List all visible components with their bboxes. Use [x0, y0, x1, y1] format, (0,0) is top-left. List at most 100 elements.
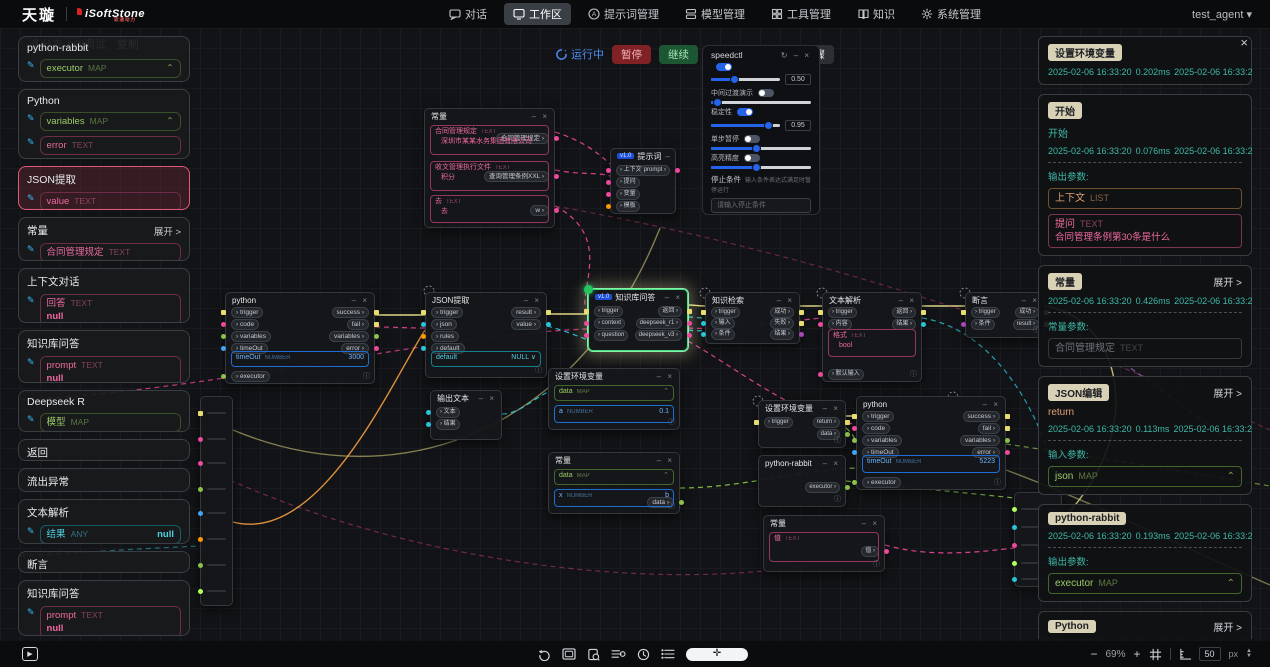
palette-card-2[interactable]: Python✎variablesMAP⌃✎errorTEXT	[18, 89, 190, 159]
node-const-c[interactable]: 常量– ×值 ›值TEXT ⓘ	[763, 515, 885, 572]
node-controls[interactable]: – ×	[895, 296, 916, 305]
port-dot[interactable]	[198, 487, 203, 492]
port-dot[interactable]	[198, 537, 203, 542]
slider[interactable]	[711, 78, 780, 81]
node-title-bar[interactable]: 知识检索– ×	[706, 293, 799, 306]
node-collapsed-left[interactable]	[200, 396, 233, 606]
node-controls[interactable]: – ×	[348, 296, 369, 305]
port-variables[interactable]: variables ›	[960, 435, 1000, 446]
node-field-合同管理规定[interactable]: 合同管理规定TEXT深圳市某某水务集团有限公司	[430, 125, 549, 155]
node-title-bar[interactable]: python– ×	[226, 293, 374, 306]
slider[interactable]	[711, 147, 811, 150]
node-prompt-mini[interactable]: v1.0提示词– ×› 上下文› 提问› 变量› 模板prompt ›	[610, 148, 676, 214]
node-field-a[interactable]: aNUMBER0.1	[554, 405, 674, 423]
port-deepseek_v3[interactable]: deepseek_v3 ›	[635, 330, 682, 341]
grid-size-stepper[interactable]: ▲▼	[1246, 649, 1252, 659]
palette-card-7[interactable]: Deepseek R✎模型MAP	[18, 390, 190, 432]
port-json[interactable]: › json	[431, 319, 457, 330]
edit-pencil-icon[interactable]: ✎	[27, 112, 35, 124]
port-返回[interactable]: 返回 ›	[658, 306, 682, 317]
port-success[interactable]: success ›	[963, 411, 1000, 422]
nav-item-3[interactable]: A提示词管理	[579, 3, 668, 25]
step-list-icon[interactable]	[661, 648, 675, 660]
toggle-switch[interactable]	[716, 63, 732, 71]
port-executor[interactable]: executor ›	[805, 482, 840, 493]
user-menu[interactable]: test_agent ▾	[1192, 8, 1252, 21]
port-默认输入[interactable]: › 默认输入	[828, 369, 864, 380]
port-成功[interactable]: 成功 ›	[1015, 307, 1039, 318]
palette-field[interactable]: variablesMAP⌃	[40, 112, 181, 131]
palette-field[interactable]: errorTEXT	[40, 136, 181, 155]
zoom-in-button[interactable]: +	[1134, 647, 1141, 661]
fit-view-icon[interactable]	[562, 648, 576, 660]
node-controls[interactable]: – ×	[773, 296, 794, 305]
port-variables[interactable]: › variables	[862, 435, 902, 446]
node-field-data[interactable]: dataMAP⌃	[554, 469, 674, 485]
nav-item-1[interactable]: 对话	[440, 3, 496, 25]
node-title-bar[interactable]: 断言– ×	[966, 293, 1044, 306]
edit-pencil-icon[interactable]: ✎	[27, 413, 35, 425]
port-variables[interactable]: › variables	[231, 331, 271, 342]
node-controls[interactable]: – ×	[661, 152, 675, 161]
port-dot[interactable]	[198, 411, 203, 416]
node-text-out[interactable]: 输出文本– ×› 文本› 结果	[430, 390, 502, 440]
node-field-收文管理执行文件[interactable]: 收文管理执行文件TEXT积分	[430, 161, 549, 191]
port-trigger[interactable]: › trigger	[431, 307, 463, 318]
resume-button[interactable]: 继续	[659, 45, 698, 64]
edit-pencil-icon[interactable]: ✎	[27, 525, 35, 537]
node-controls[interactable]: – ×	[819, 404, 840, 413]
node-title-bar[interactable]: 常量– ×	[425, 109, 554, 122]
edit-pencil-icon[interactable]: ✎	[27, 606, 35, 618]
expand-link[interactable]: 展开 >	[154, 224, 181, 238]
port-结果[interactable]: › 结果	[436, 419, 460, 430]
history-icon[interactable]	[637, 648, 650, 661]
node-field-timeOut[interactable]: timeOutNUMBER3000	[231, 351, 369, 367]
port-trigger[interactable]: › trigger	[764, 417, 793, 428]
palette-field[interactable]: executorMAP⌃	[40, 59, 181, 78]
slider[interactable]	[711, 166, 811, 169]
palette-card-11[interactable]: 断言	[18, 551, 190, 573]
port-输入[interactable]: › 输入	[711, 318, 735, 329]
palette-field[interactable]: 结果ANYnull	[40, 525, 181, 544]
node-field-去[interactable]: 去TEXT去	[430, 195, 549, 223]
param-field-提问[interactable]: 提问TEXT合同管理条例第30条是什么	[1048, 214, 1242, 248]
port-code[interactable]: › code	[862, 423, 890, 434]
node-title-bar[interactable]: v1.0知识库问答– ×	[589, 290, 687, 303]
node-field-timeOut[interactable]: timeOutNUMBER5223	[862, 455, 1000, 473]
node-controls[interactable]: – ×	[858, 519, 879, 528]
node-title-bar[interactable]: 文本解析– ×	[823, 293, 921, 306]
port-结果[interactable]: 结果 ›	[770, 329, 794, 340]
node-title-bar[interactable]: python-rabbit– ×	[759, 456, 845, 469]
node-json-extract[interactable]: JSON提取– ×› trigger› json› rules› default…	[425, 292, 547, 378]
palette-card-1[interactable]: python-rabbit✎executorMAP⌃	[18, 36, 190, 82]
node-title-bar[interactable]: 常量– ×	[764, 516, 884, 529]
edit-pencil-icon[interactable]: ✎	[27, 294, 35, 306]
node-controls[interactable]: – ×	[979, 400, 1000, 409]
speed-panel-controls[interactable]: ↻ – ×	[781, 51, 811, 60]
port-dot[interactable]	[198, 589, 203, 594]
palette-field[interactable]: valueTEXT	[40, 192, 181, 210]
grid-toggle-icon[interactable]	[1149, 648, 1162, 661]
node-title-bar[interactable]: 输出文本– ×	[431, 391, 501, 404]
port-dot[interactable]	[1012, 525, 1017, 530]
expand-link[interactable]: 展开 >	[1213, 619, 1242, 634]
node-const-b[interactable]: 常量– ×data ›dataMAP⌃xNUMBERbⓘ	[548, 452, 680, 514]
param-field-executor[interactable]: executorMAP⌃	[1048, 573, 1242, 594]
palette-field[interactable]: 模型MAP	[40, 413, 181, 432]
pan-tool-button[interactable]: ✛	[686, 648, 748, 661]
port-trigger[interactable]: › trigger	[231, 307, 263, 318]
node-field-default[interactable]: defaultNULL ∨	[431, 351, 541, 367]
port-dot[interactable]	[1012, 561, 1017, 566]
port-context[interactable]: › context	[594, 318, 625, 329]
port-模板[interactable]: › 模板	[616, 201, 640, 212]
node-title-bar[interactable]: 设置环境变量– ×	[549, 369, 679, 382]
port-返回[interactable]: 返回 ›	[892, 307, 916, 318]
node-controls[interactable]: – ×	[520, 296, 541, 305]
palette-field[interactable]: 合同管理规定TEXT	[40, 243, 181, 261]
slider[interactable]	[711, 124, 780, 127]
palette-card-4[interactable]: 常量展开 >✎合同管理规定TEXT	[18, 217, 190, 261]
toggle-switch[interactable]	[744, 135, 760, 143]
pause-button[interactable]: 暂停	[612, 45, 651, 64]
palette-card-6[interactable]: 知识库问答✎promptTEXTnull	[18, 330, 190, 383]
slider[interactable]	[711, 101, 811, 104]
